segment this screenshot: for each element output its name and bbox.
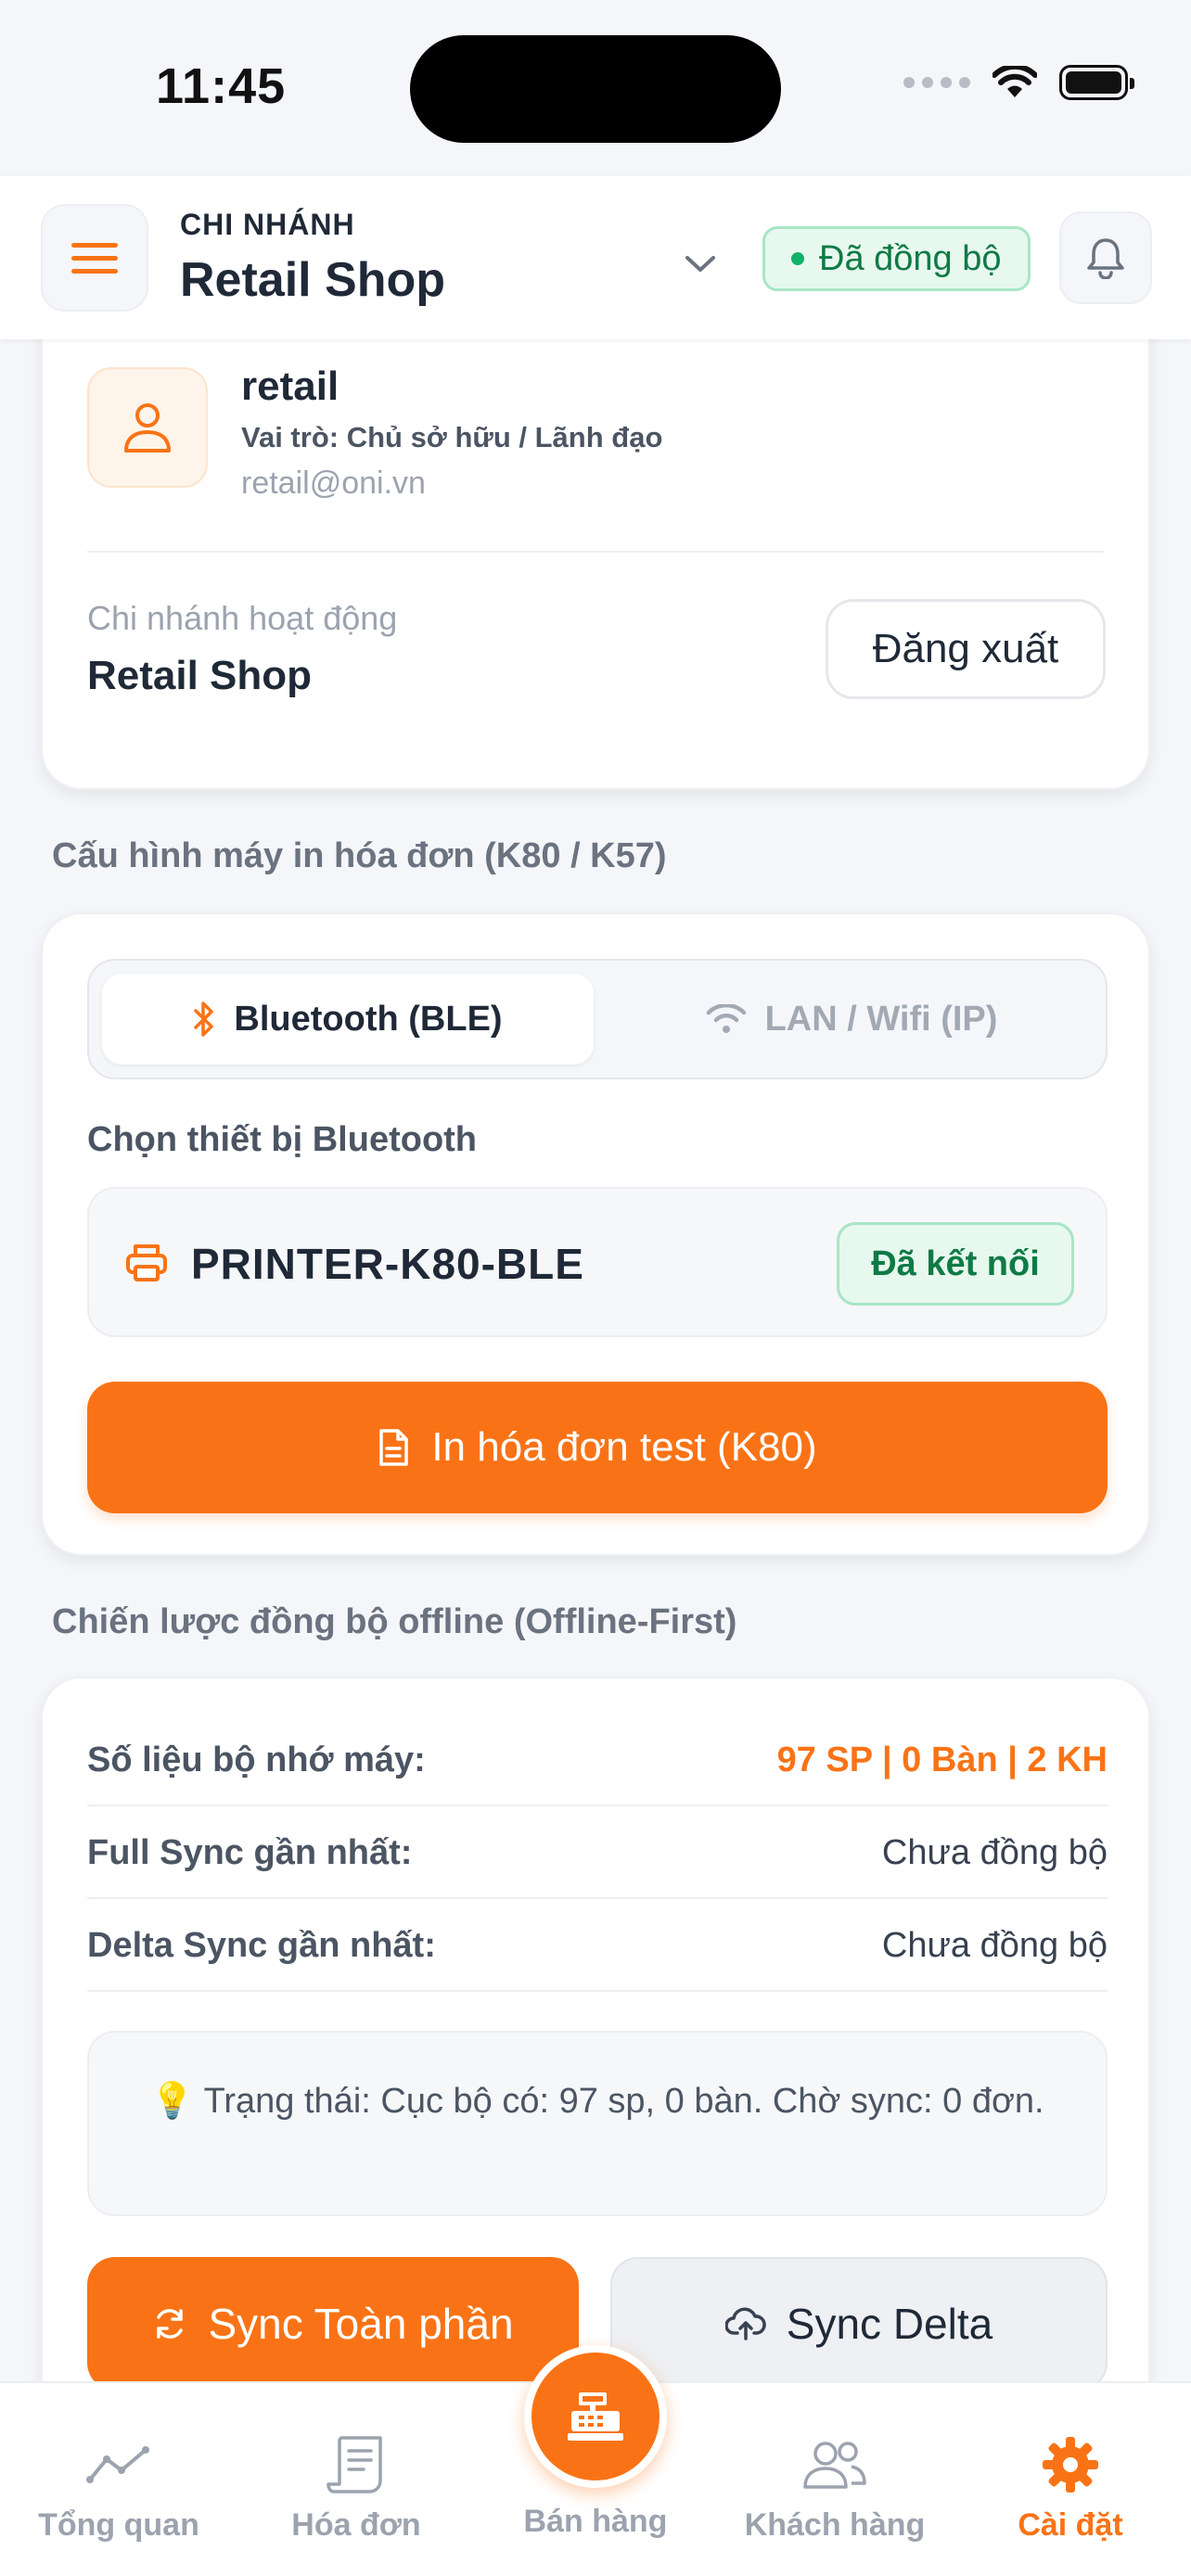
app-header: CHI NHÁNH Retail Shop Đã đồng bộ (0, 176, 1191, 339)
chevron-down-icon[interactable] (685, 254, 716, 274)
pos-fab-button[interactable] (524, 2345, 667, 2488)
test-print-label: In hóa đơn test (K80) (431, 1424, 817, 1470)
lightbulb-icon: 💡 (150, 2082, 195, 2121)
gear-icon (1043, 2437, 1098, 2493)
battery-icon (1059, 65, 1134, 100)
sync-status-box: 💡 Trạng thái: Cục bộ có: 97 sp, 0 bàn. C… (87, 2031, 1108, 2216)
sync-status-text: Đã đồng bộ (819, 238, 1002, 278)
chart-line-icon (86, 2446, 149, 2483)
nav-item-overview[interactable]: Tổng quan (7, 2383, 230, 2576)
sync-status-badge: Đã đồng bộ (762, 226, 1031, 291)
printer-card: Bluetooth (BLE) LAN / Wifi (IP) Chọn thi… (41, 912, 1150, 1556)
delta-sync-label: Delta Sync gần nhất: (87, 1925, 436, 1965)
hamburger-icon (71, 243, 118, 274)
account-role: Vai trò: Chủ sở hữu / Lãnh đạo (241, 421, 663, 453)
nav-label-invoices: Hóa đơn (291, 2507, 421, 2543)
nav-label-settings: Cài đặt (1018, 2507, 1123, 2543)
bluetooth-icon (194, 1001, 214, 1037)
printer-section-title: Cấu hình máy in hóa đơn (K80 / K57) (52, 836, 667, 875)
branch-caption: CHI NHÁNH (180, 208, 355, 241)
status-bar: 11:45 (0, 0, 1191, 176)
user-icon (124, 403, 171, 453)
refresh-icon (157, 2309, 184, 2339)
bluetooth-device-item[interactable]: PRINTER-K80-BLE Đã kết nối (87, 1187, 1108, 1337)
menu-button[interactable] (41, 204, 148, 312)
receipt-icon (327, 2436, 382, 2493)
cash-register-icon (568, 2392, 623, 2441)
nav-label-customers: Khách hàng (744, 2507, 926, 2543)
bluetooth-device-label: Chọn thiết bị Bluetooth (87, 1120, 478, 1159)
test-print-button[interactable]: In hóa đơn test (K80) (87, 1382, 1108, 1513)
wifi-icon (992, 66, 1037, 97)
full-sync-label: Full Sync gần nhất: (87, 1832, 413, 1872)
bell-icon (1087, 238, 1124, 279)
full-sync-row: Full Sync gần nhất: Chưa đồng bộ (87, 1808, 1108, 1899)
dynamic-island (410, 35, 781, 143)
printer-icon (126, 1244, 167, 1282)
full-sync-label: Sync Toàn phần (208, 2300, 514, 2348)
delta-sync-button[interactable]: Sync Delta (610, 2257, 1108, 2391)
device-name: PRINTER-K80-BLE (191, 1240, 584, 1288)
memory-stats-row: Số liệu bộ nhớ máy: 97 SP | 0 Bàn | 2 KH (87, 1715, 1108, 1806)
memory-stats-label: Số liệu bộ nhớ máy: (87, 1740, 426, 1779)
cellular-signal-icon (903, 77, 970, 88)
memory-stats-value: 97 SP | 0 Bàn | 2 KH (776, 1740, 1108, 1779)
nav-label-overview: Tổng quan (38, 2507, 199, 2543)
account-username: retail (241, 363, 339, 409)
sync-section-title: Chiến lược đồng bộ offline (Offline-Firs… (52, 1602, 737, 1641)
full-sync-value: Chưa đồng bộ (881, 1832, 1108, 1872)
cloud-upload-icon (724, 2307, 766, 2340)
delta-sync-label: Sync Delta (786, 2300, 993, 2348)
tab-bluetooth[interactable]: Bluetooth (BLE) (102, 974, 594, 1065)
nav-item-customers[interactable]: Khách hàng (724, 2383, 946, 2576)
nav-label-sales: Bán hàng (523, 2504, 668, 2539)
delta-sync-row: Delta Sync gần nhất: Chưa đồng bộ (87, 1901, 1108, 1992)
active-branch-value: Retail Shop (87, 653, 313, 698)
active-branch-label: Chi nhánh hoạt động (87, 599, 398, 637)
connection-type-segmented-control: Bluetooth (BLE) LAN / Wifi (IP) (87, 959, 1108, 1079)
status-time: 11:45 (156, 58, 287, 114)
document-icon (379, 1429, 409, 1466)
nav-item-invoices[interactable]: Hóa đơn (245, 2383, 467, 2576)
tab-lan-wifi[interactable]: LAN / Wifi (IP) (608, 974, 1095, 1065)
tab-bluetooth-label: Bluetooth (BLE) (234, 999, 503, 1039)
wifi-icon (706, 1004, 746, 1033)
delta-sync-value: Chưa đồng bộ (881, 1925, 1108, 1965)
users-icon (803, 2442, 866, 2489)
nav-item-settings[interactable]: Cài đặt (959, 2383, 1182, 2576)
notification-button[interactable] (1059, 211, 1152, 304)
status-dot-icon (791, 252, 804, 265)
branch-selector[interactable]: Retail Shop (180, 252, 445, 308)
status-indicators (903, 65, 1134, 100)
full-sync-button[interactable]: Sync Toàn phần (87, 2257, 579, 2391)
account-email: retail@oni.vn (241, 465, 426, 501)
tab-lan-wifi-label: LAN / Wifi (IP) (764, 999, 998, 1039)
connected-badge: Đã kết nối (837, 1222, 1074, 1306)
account-card: retail Vai trò: Chủ sở hữu / Lãnh đạo re… (41, 306, 1150, 790)
logout-button[interactable]: Đăng xuất (826, 599, 1106, 699)
divider (87, 551, 1104, 553)
sync-status-text: Trạng thái: Cục bộ có: 97 sp, 0 bàn. Chờ… (203, 2082, 1044, 2121)
avatar (87, 367, 208, 488)
